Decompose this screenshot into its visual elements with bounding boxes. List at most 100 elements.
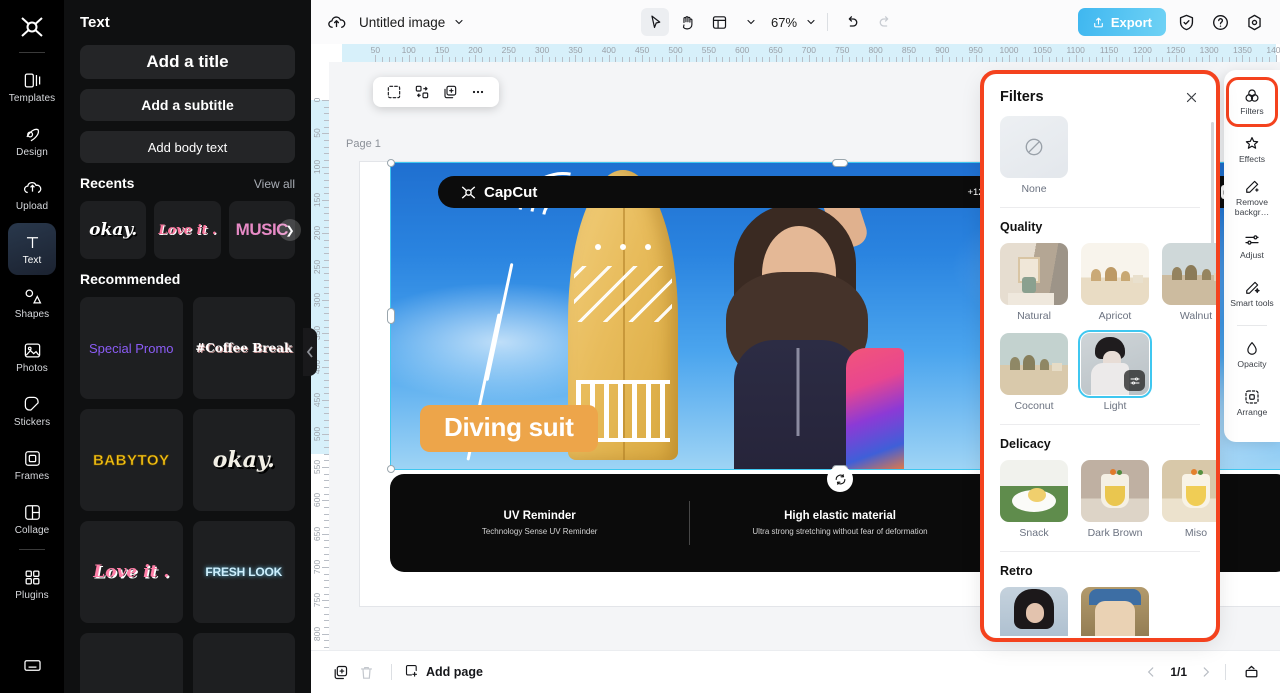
filter-thumbnail[interactable] bbox=[1162, 460, 1216, 522]
ruler-tick-label: 1300 bbox=[1199, 45, 1219, 55]
add-body-text-button[interactable]: Add body text bbox=[80, 131, 295, 163]
tool-smart-tools[interactable]: Smart tools bbox=[1229, 272, 1275, 316]
refresh-icon[interactable] bbox=[827, 466, 853, 492]
undo-button[interactable] bbox=[838, 8, 866, 36]
recent-text-item[interactable]: okay. bbox=[80, 201, 147, 259]
sidebar-item-photos[interactable]: Photos bbox=[8, 331, 56, 383]
filter-item-snack[interactable]: Snack bbox=[1000, 460, 1068, 539]
filter-item-natural[interactable]: Natural bbox=[1000, 243, 1068, 322]
tool-opacity[interactable]: Opacity bbox=[1229, 333, 1275, 377]
filters-header: Filters bbox=[984, 74, 1216, 116]
filter-item-miso[interactable]: Miso bbox=[1162, 460, 1216, 539]
zoom-chevron-down-icon[interactable] bbox=[805, 16, 817, 28]
filter-thumbnail[interactable] bbox=[1000, 460, 1068, 522]
filter-item-walnut[interactable]: Walnut bbox=[1162, 243, 1216, 322]
ruler-horizontal[interactable]: 50 100 150 200 250 300 350 400 450 500 550 600 650 70… bbox=[311, 44, 1280, 62]
filter-thumbnail[interactable] bbox=[1078, 330, 1152, 398]
ruler-tick bbox=[324, 613, 329, 615]
view-all-link[interactable]: View all bbox=[254, 177, 295, 191]
ruler-tick bbox=[324, 520, 329, 522]
recommended-item[interactable]: Special Promo bbox=[80, 297, 183, 399]
close-icon[interactable] bbox=[1182, 88, 1200, 106]
tool-arrange[interactable]: Arrange bbox=[1229, 381, 1275, 425]
keyboard-shortcuts-button[interactable] bbox=[8, 639, 56, 691]
recommended-item[interactable] bbox=[192, 633, 295, 693]
sidebar-item-shapes[interactable]: Shapes bbox=[8, 277, 56, 329]
ruler-tick bbox=[515, 57, 517, 62]
recent-text-item[interactable]: Love it . bbox=[154, 201, 221, 259]
filter-item-coconut[interactable]: Coconut bbox=[1000, 333, 1068, 412]
sidebar-item-frames[interactable]: Frames bbox=[8, 439, 56, 491]
chevron-right-icon[interactable] bbox=[1199, 665, 1213, 679]
panel-collapse-handle[interactable] bbox=[303, 328, 317, 376]
sidebar-item-stickers[interactable]: Stickers bbox=[8, 385, 56, 437]
present-icon[interactable] bbox=[1238, 659, 1264, 685]
sidebar-item-templates[interactable]: Templates bbox=[8, 61, 56, 113]
ruler-tick-label: 750 bbox=[312, 593, 322, 608]
chevron-left-icon[interactable] bbox=[1144, 665, 1158, 679]
filter-item-apricot[interactable]: Apricot bbox=[1081, 243, 1149, 322]
ruler-tick bbox=[555, 57, 557, 62]
tool-filters[interactable]: Filters bbox=[1226, 77, 1278, 127]
shield-check-icon[interactable] bbox=[1172, 8, 1200, 36]
layout-chevron-down-icon[interactable] bbox=[745, 16, 757, 28]
duplicate-icon[interactable] bbox=[437, 79, 463, 105]
filter-thumbnail[interactable] bbox=[1000, 243, 1068, 305]
help-circle-icon[interactable] bbox=[1206, 8, 1234, 36]
filter-item-light[interactable]: Light bbox=[1078, 330, 1152, 412]
filter-thumbnail[interactable] bbox=[1081, 587, 1149, 636]
recommended-item[interactable] bbox=[80, 633, 183, 693]
filter-thumbnail[interactable] bbox=[1000, 333, 1068, 395]
redo-button[interactable] bbox=[870, 8, 898, 36]
export-button[interactable]: Export bbox=[1077, 8, 1166, 36]
gear-icon[interactable] bbox=[1240, 8, 1268, 36]
cursor-select-tool[interactable] bbox=[641, 8, 670, 36]
more-horizontal-icon[interactable] bbox=[465, 79, 491, 105]
filter-thumbnail[interactable] bbox=[1000, 587, 1068, 636]
recommended-item[interactable]: Love it . bbox=[80, 521, 183, 623]
filter-item-retro-1[interactable] bbox=[1000, 587, 1068, 636]
sidebar-item-collage[interactable]: Collage bbox=[8, 493, 56, 545]
sidebar-item-upload[interactable]: Upload bbox=[8, 169, 56, 221]
replace-media-icon[interactable] bbox=[409, 79, 435, 105]
sidebar-item-plugins[interactable]: Plugins bbox=[8, 558, 56, 610]
capcut-logo[interactable] bbox=[12, 8, 52, 46]
cloud-upload-icon[interactable] bbox=[323, 9, 349, 35]
hand-pan-tool[interactable] bbox=[673, 8, 701, 36]
ruler-tick bbox=[1149, 57, 1151, 62]
filter-thumbnail[interactable] bbox=[1081, 243, 1149, 305]
filters-body[interactable]: None Quality Natural Apricot Walnut Coco… bbox=[984, 116, 1216, 636]
filter-thumbnail[interactable] bbox=[1081, 460, 1149, 522]
zoom-level-value[interactable]: 67% bbox=[771, 15, 797, 30]
tool-adjust[interactable]: Adjust bbox=[1229, 224, 1275, 268]
tool-effects[interactable]: Effects bbox=[1229, 128, 1275, 172]
ruler-tick bbox=[1215, 57, 1217, 62]
recommended-item[interactable]: okay. bbox=[192, 409, 295, 511]
sidebar-item-text[interactable]: Text bbox=[8, 223, 56, 275]
sidebar-item-label: Upload bbox=[15, 200, 49, 212]
tool-remove-background[interactable]: Remove backgr… bbox=[1229, 176, 1275, 220]
ruler-tick bbox=[855, 57, 857, 62]
chevron-down-icon[interactable] bbox=[453, 16, 465, 28]
trash-icon[interactable] bbox=[353, 659, 379, 685]
document-title[interactable]: Untitled image bbox=[359, 15, 445, 30]
filter-item-retro-2[interactable] bbox=[1081, 587, 1149, 636]
recommended-item[interactable]: FRESH LOOK bbox=[192, 521, 295, 623]
filter-item-dark-brown[interactable]: Dark Brown bbox=[1081, 460, 1149, 539]
duplicate-page-icon[interactable] bbox=[327, 659, 353, 685]
add-page-button[interactable]: Add page bbox=[404, 663, 483, 681]
crop-select-icon[interactable] bbox=[381, 79, 407, 105]
add-title-button[interactable]: Add a title bbox=[80, 45, 295, 79]
recommended-item[interactable]: BABYTOY bbox=[80, 409, 183, 511]
layout-grid-tool[interactable] bbox=[705, 8, 733, 36]
recents-next-arrow-icon[interactable]: ❯ bbox=[279, 219, 301, 241]
no-filter-icon[interactable] bbox=[1000, 116, 1068, 178]
filter-none[interactable]: None bbox=[1000, 116, 1068, 195]
sidebar-item-design[interactable]: Design bbox=[8, 115, 56, 167]
ruler-tick bbox=[322, 400, 329, 402]
filter-thumbnail[interactable] bbox=[1162, 243, 1216, 305]
recommended-item[interactable]: #Coffee Break bbox=[192, 297, 295, 399]
adjust-filter-icon[interactable] bbox=[1124, 370, 1145, 391]
add-subtitle-button[interactable]: Add a subtitle bbox=[80, 89, 295, 121]
ruler-tick bbox=[324, 646, 329, 648]
